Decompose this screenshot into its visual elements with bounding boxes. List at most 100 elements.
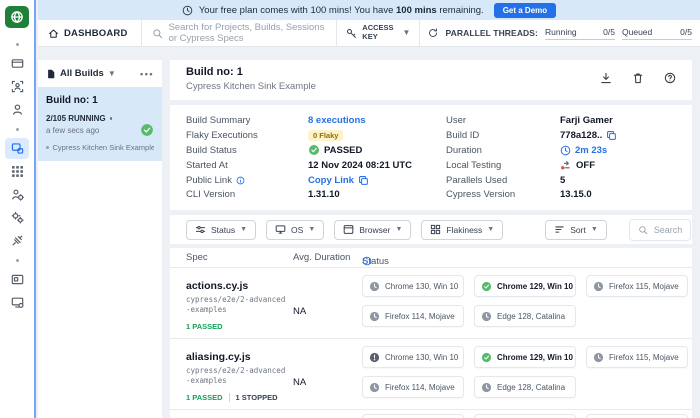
execution-chip[interactable]: Firefox 115, Mojave [586,414,688,418]
spec-table-row[interactable]: assertions.cy.jsChrome 130, Win 10Chrome… [170,410,692,418]
execution-chip[interactable]: Chrome 129, Win 10 [474,346,576,368]
user-gear-icon[interactable] [5,184,29,205]
download-icon[interactable] [600,72,612,84]
summary-value: OFF [560,159,595,171]
build-item-time: a few secs ago [46,126,100,135]
alert-status-icon [369,352,380,363]
summary-row: CLI Version 1.31.10 [186,187,436,202]
copy-icon[interactable] [358,175,369,186]
all-builds-dropdown[interactable]: All Builds ▼ ••• [38,60,162,87]
trash-icon[interactable] [632,72,644,84]
sort-button[interactable]: Sort ▼ [545,219,607,240]
running-threads[interactable]: Running 0/5 [545,27,615,40]
dashboard-nav[interactable]: DASHBOARD [38,20,142,46]
execution-chip[interactable]: Chrome 130, Win 10 [362,346,464,368]
summary-row: Duration 2m 23s [446,143,686,158]
parallel-threads: PARALLEL THREADS: Running 0/5 Queued 0/5 [420,20,700,46]
clock-status-icon [481,311,492,322]
summary-label: Started At [186,159,228,171]
help-icon[interactable] [664,72,676,84]
global-search-placeholder: Search for Projects, Builds, Sessions or… [168,22,325,44]
icon-sidebar [0,0,36,418]
spec-table-header: Spec Avg. Duration Status [170,248,692,268]
summary-label: Duration [446,144,482,156]
chevron-down-icon: ▼ [487,226,495,233]
copy-icon[interactable] [606,130,617,141]
clock-icon [560,145,571,156]
summary-row: Build Summary 8 executions [186,113,436,128]
chevron-down-icon: ▼ [402,28,411,38]
summary-label: User [446,114,467,126]
execution-chip[interactable]: Firefox 115, Mojave [586,346,688,368]
spec-search-placeholder: Search [653,224,683,235]
execution-chip[interactable]: Chrome 129, Win 10 [474,414,576,418]
execution-chip[interactable]: Chrome 130, Win 10 [362,275,464,297]
rail-separator-dot [15,128,19,131]
execution-chip[interactable]: Firefox 115, Mojave [586,275,688,297]
parallel-threads-label: PARALLEL THREADS: [445,28,538,38]
summary-label: Flaky Executions [186,129,258,141]
avg-duration-value: NA [293,377,307,388]
filter-button-browser[interactable]: Browser ▼ [334,219,412,240]
refresh-icon[interactable] [428,28,438,38]
chevron-down-icon: ▼ [590,226,598,233]
execution-chip[interactable]: Edge 128, Catalina [474,305,576,327]
monitor-icon [275,224,286,235]
clock-status-icon [481,382,492,393]
info-icon[interactable] [362,256,372,266]
duration-link[interactable]: 2m 23s [575,145,607,156]
spec-table-row[interactable]: aliasing.cy.js cypress/e2e/2-advanced-exa… [170,339,692,410]
copy-link[interactable]: Copy Link [308,175,354,186]
filter-button-os[interactable]: OS ▼ [266,219,325,240]
spec-name[interactable]: actions.cy.js [186,280,292,292]
more-menu-icon[interactable]: ••• [140,69,154,79]
access-key-button[interactable]: ACCESS KEY ▼ [336,20,421,46]
dashboard-label: DASHBOARD [64,27,128,39]
check-status-icon [481,352,492,363]
build-header-actions [600,72,676,84]
builds-icon[interactable] [5,138,29,159]
spec-name[interactable]: aliasing.cy.js [186,351,292,363]
executions-link[interactable]: 8 executions [308,115,366,126]
status-badge: 1 STOPPED [228,393,278,403]
summary-value: Farji Gamer [560,114,613,126]
card-icon[interactable] [5,269,29,290]
spec-search-input[interactable]: Search [628,218,692,241]
chevron-down-icon: ▼ [308,226,316,233]
user-icon[interactable] [5,99,29,120]
execution-chip[interactable]: Firefox 114, Mojave [362,305,464,327]
get-demo-button[interactable]: Get a Demo [493,2,557,18]
filter-button-flakiness[interactable]: Flakiness ▼ [421,219,504,240]
build-list-item-selected[interactable]: Build no: 1 2/105 RUNNING a few secs ago… [38,87,162,161]
all-builds-label: All Builds [60,68,104,79]
summary-row: Build ID 778a128.. [446,128,686,143]
execution-chip[interactable]: Firefox 114, Mojave [362,376,464,398]
queued-threads[interactable]: Queued 0/5 [622,27,692,40]
monitor-gear-icon[interactable] [5,292,29,313]
summary-label: Build Summary [186,114,251,126]
gears-icon[interactable] [5,207,29,228]
summary-row: Started At 12 Nov 2024 08:21 UTC [186,158,436,173]
filter-bar: Status ▼ OS ▼ Browser ▼ Flakiness ▼ Sort ▼ Search [170,215,692,244]
execution-chip[interactable]: Edge 128, Catalina [474,376,576,398]
scan-user-icon[interactable] [5,76,29,97]
access-key-label: ACCESS KEY [362,23,394,41]
spec-table-row[interactable]: actions.cy.js cypress/e2e/2-advanced-exam… [170,268,692,339]
flaky-grid-icon [430,224,441,235]
plug-gear-icon[interactable] [5,230,29,251]
summary-row: Cypress Version 13.15.0 [446,187,686,202]
global-search-input[interactable]: Search for Projects, Builds, Sessions or… [142,20,337,46]
local-testing-icon [560,159,572,171]
builds-list-panel: All Builds ▼ ••• Build no: 1 2/105 RUNNI… [38,60,162,418]
execution-chip[interactable]: Chrome 130, Win 10 [362,414,464,418]
chevron-down-icon: ▼ [107,69,116,78]
build-header-card: Build no: 1 Cypress Kitchen Sink Example [170,60,692,100]
globe-icon[interactable] [5,6,29,28]
summary-label: Build Status [186,144,237,156]
grid-icon[interactable] [5,161,29,182]
filter-button-status[interactable]: Status ▼ [186,219,257,240]
sliders-icon [195,224,206,235]
info-icon[interactable] [236,176,245,185]
execution-chip[interactable]: Chrome 129, Win 10 [474,275,576,297]
window-icon[interactable] [5,53,29,74]
